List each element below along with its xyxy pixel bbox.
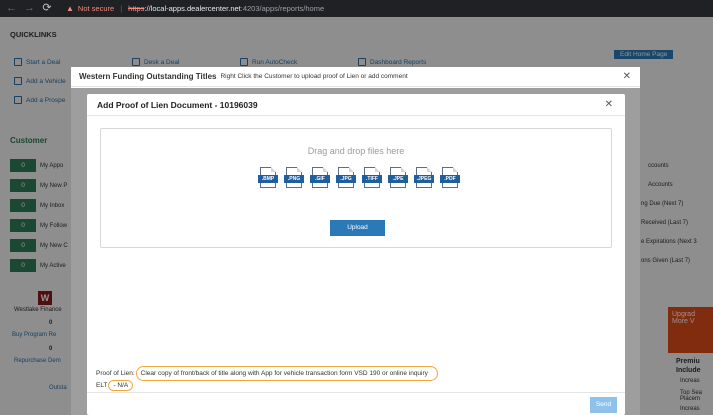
close-icon[interactable]: ✕: [623, 71, 631, 82]
dropzone-text: Drag and drop files here: [307, 146, 405, 156]
url-scheme: https: [128, 4, 145, 13]
outer-modal-header: Western Funding Outstanding Titles Right…: [71, 67, 640, 87]
outer-modal-title: Western Funding Outstanding Titles: [79, 72, 217, 81]
dialog-header: Add Proof of Lien Document - 10196039: [87, 94, 625, 116]
png-file-icon: .PNG: [284, 167, 304, 189]
close-icon[interactable]: ✕: [605, 99, 613, 110]
address-bar[interactable]: ▲ Not secure | https://local-apps.dealer…: [66, 4, 324, 13]
reload-icon[interactable]: ⟳: [42, 0, 52, 17]
elt-row: ELT - N/A: [96, 380, 134, 391]
jpg-file-icon: .JPG: [336, 167, 356, 189]
jpeg-file-icon: .JPEG: [414, 167, 434, 189]
send-button[interactable]: Send: [590, 397, 617, 413]
elt-label: ELT: [96, 382, 108, 389]
bmp-file-icon: .BMP: [258, 167, 278, 189]
add-proof-of-lien-dialog: Add Proof of Lien Document - 10196039 ✕ …: [87, 94, 625, 415]
dialog-footer-divider: [87, 392, 625, 393]
outer-modal-subtitle: Right Click the Customer to upload proof…: [220, 73, 408, 80]
warning-icon: ▲: [66, 4, 74, 13]
proof-of-lien-label: Proof of Lien:: [96, 370, 135, 377]
dialog-title: Add Proof of Lien Document - 10196039: [97, 99, 258, 110]
url-host: local-apps.dealercenter.net: [150, 4, 241, 13]
file-dropzone[interactable]: Drag and drop files here .BMP .PNG .GIF …: [100, 128, 612, 248]
jpe-file-icon: .JPE: [388, 167, 408, 189]
url: https://local-apps.dealercenter.net:4203…: [128, 4, 324, 13]
security-label: Not secure: [77, 4, 115, 13]
file-type-icons: .BMP .PNG .GIF .JPG .TIFF .JPE .JPEG .PD…: [258, 167, 460, 189]
browser-toolbar: ← → ⟳ ▲ Not secure | https://local-apps.…: [0, 0, 713, 17]
proof-of-lien-value: Clear copy of front/back of title along …: [135, 366, 438, 381]
proof-of-lien-row: Proof of Lien: Clear copy of front/back …: [96, 366, 438, 381]
pdf-file-icon: .PDF: [440, 167, 460, 189]
gif-file-icon: .GIF: [310, 167, 330, 189]
forward-arrow-icon[interactable]: →: [24, 0, 35, 17]
tiff-file-icon: .TIFF: [362, 167, 382, 189]
upload-button[interactable]: Upload: [330, 220, 385, 236]
back-arrow-icon[interactable]: ←: [6, 0, 17, 17]
address-divider: |: [120, 4, 123, 13]
url-path: :4203/apps/reports/home: [240, 4, 325, 13]
elt-value: - N/A: [108, 380, 134, 391]
